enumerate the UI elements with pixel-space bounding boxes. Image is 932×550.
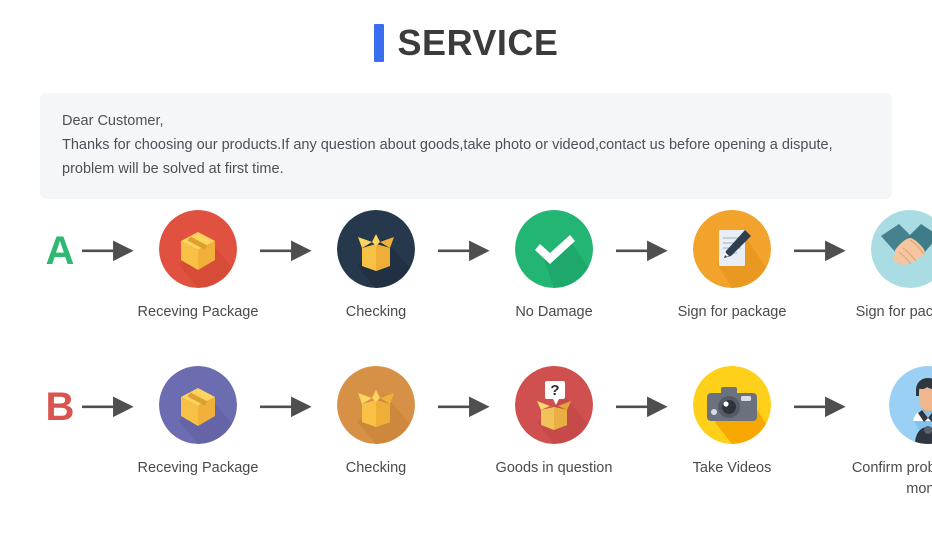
question-box-icon: ? xyxy=(515,366,593,444)
flow-badge-a: A xyxy=(45,229,75,273)
flow-step[interactable]: Take Videos xyxy=(670,366,794,479)
arrow-icon xyxy=(616,366,670,448)
flow-row-b: B Receving Package Checking ? Goods in q… xyxy=(38,366,932,500)
service-page: SERVICE Dear Customer, Thanks for choosi… xyxy=(0,0,932,550)
arrow-icon xyxy=(438,366,492,448)
flow-step-label: Checking xyxy=(345,304,407,320)
customer-notice-panel: Dear Customer, Thanks for choosing our p… xyxy=(40,93,892,199)
document-pen-icon xyxy=(693,210,771,288)
notice-line-3: problem will be solved at first time. xyxy=(62,161,284,177)
flow-step[interactable]: Checking xyxy=(314,210,438,323)
flow-step[interactable]: Receving Package xyxy=(136,366,260,479)
package-box-icon xyxy=(159,210,237,288)
flow-row-a: A Receving Package Checking No Damage Si… xyxy=(38,210,932,323)
handshake-icon xyxy=(871,210,932,288)
package-box-icon xyxy=(159,366,237,444)
arrow-icon xyxy=(794,366,848,448)
arrow-icon xyxy=(438,210,492,292)
flow-step-label: Confirm problem,refund money xyxy=(851,460,932,497)
flow-step-label: Checking xyxy=(345,460,407,476)
flow-step-label: Receving Package xyxy=(137,460,259,476)
arrow-icon xyxy=(260,210,314,292)
flow-step[interactable]: No Damage xyxy=(492,210,616,323)
flow-step[interactable]: Sign for package xyxy=(670,210,794,323)
page-title: SERVICE xyxy=(0,0,932,62)
check-mark-icon xyxy=(515,210,593,288)
flow-step-label: Take Videos xyxy=(692,460,772,476)
flow-step-label: Goods in question xyxy=(495,460,613,476)
flow-step-label: Sign for package xyxy=(855,304,932,320)
svg-text:?: ? xyxy=(550,382,559,399)
arrow-icon xyxy=(82,366,136,448)
flow-step[interactable]: ? Goods in question xyxy=(492,366,616,479)
person-avatar-icon xyxy=(889,366,932,444)
title-accent-bar xyxy=(373,24,384,62)
page-title-text: SERVICE xyxy=(397,22,559,63)
arrow-icon xyxy=(794,210,848,292)
flow-step-label: Sign for package xyxy=(677,304,787,320)
notice-line-2: Thanks for choosing our products.If any … xyxy=(62,137,833,153)
flow-badge-b: B xyxy=(45,385,75,429)
open-box-icon xyxy=(337,366,415,444)
flow-step[interactable]: Checking xyxy=(314,366,438,479)
arrow-icon xyxy=(260,366,314,448)
notice-line-1: Dear Customer, xyxy=(62,113,164,129)
flow-step[interactable]: Sign for package xyxy=(848,210,932,323)
open-box-icon xyxy=(337,210,415,288)
flow-step-label: Receving Package xyxy=(137,304,259,320)
flow-step[interactable]: Confirm problem,refund money xyxy=(848,366,932,500)
arrow-icon xyxy=(616,210,670,292)
flow-step-label: No Damage xyxy=(515,304,593,320)
arrow-icon xyxy=(82,210,136,292)
flow-step[interactable]: Receving Package xyxy=(136,210,260,323)
camera-icon xyxy=(693,366,771,444)
